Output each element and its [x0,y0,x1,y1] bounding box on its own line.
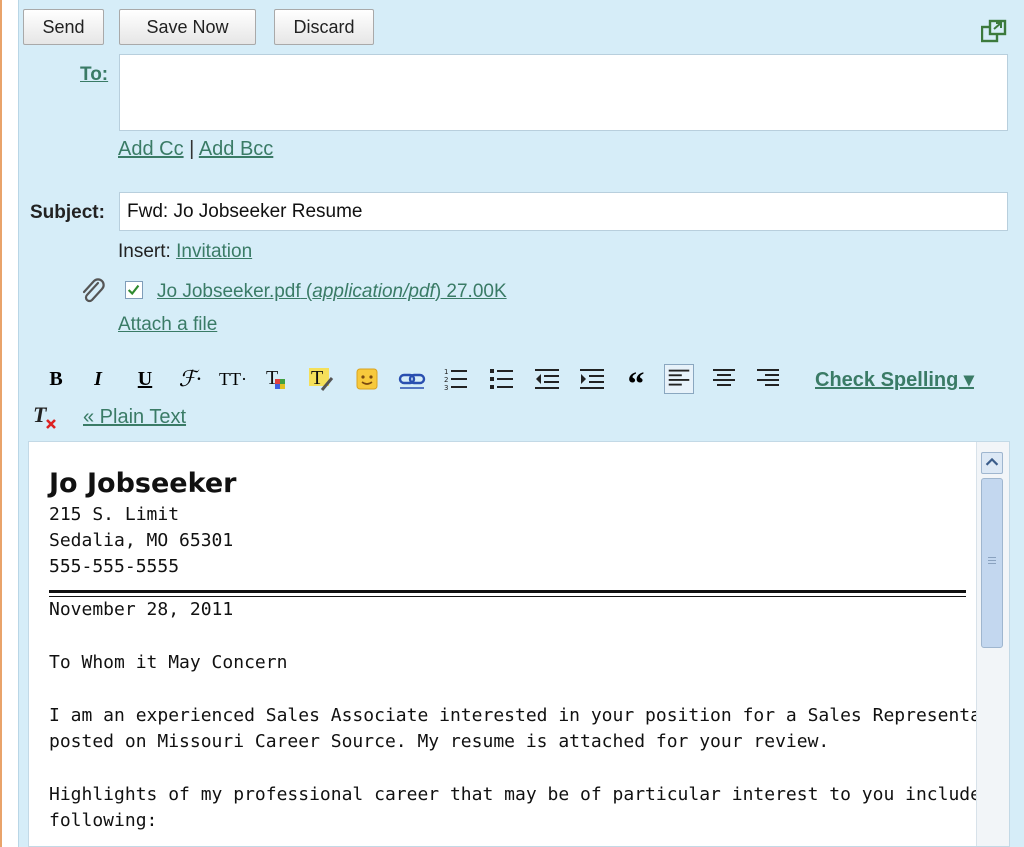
indent-less-icon[interactable] [532,364,562,394]
subject-field[interactable] [119,192,1008,231]
paperclip-icon [82,278,105,303]
checkmark-icon [127,284,140,296]
left-border [0,0,2,847]
sender-name: Jo Jobseeker [49,468,237,499]
cc-bcc-links: Add Cc | Add Bcc [118,138,273,161]
font-size-icon[interactable]: TT· [215,364,251,394]
attachment-link[interactable]: Jo Jobseeker.pdf (application/pdf) 27.00… [157,281,507,303]
numbered-list-icon[interactable]: 1 2 3 [441,364,471,394]
attachment-mimetype: application/pdf [312,281,435,302]
italic-icon[interactable]: I [83,364,113,394]
align-left-icon[interactable] [664,364,694,394]
send-button[interactable]: Send [23,9,104,45]
svg-text:3: 3 [444,384,448,392]
quote-icon[interactable]: “ [621,364,651,403]
paragraph-1-line-1: I am an experienced Sales Associate inte… [49,705,1010,726]
scroll-up-button[interactable] [981,452,1003,474]
align-right-icon[interactable] [753,364,783,394]
attachment-checkbox[interactable] [125,281,143,299]
indent-more-icon[interactable] [577,364,607,394]
compose-panel: Send Save Now Discard To: Add Cc | Add B… [18,0,1024,847]
attachment-size: ) 27.00K [434,281,507,302]
highlight-icon[interactable]: T [306,364,336,394]
insert-row: Insert: Invitation [118,241,252,263]
emoticon-icon[interactable] [352,364,382,394]
attachment-filename: Jo Jobseeker.pdf [157,281,301,302]
plain-text-link[interactable]: « Plain Text [83,406,186,429]
subject-label: Subject: [30,202,105,223]
remove-formatting-icon[interactable]: T [31,402,59,430]
address-line-1: 215 S. Limit [49,504,180,525]
align-center-icon[interactable] [709,364,739,394]
paragraph-2-line-1: Highlights of my professional career tha… [49,784,1010,805]
check-spelling-link[interactable]: Check Spelling ▾ [815,367,974,392]
subject-input[interactable] [120,193,1007,230]
bulleted-list-icon[interactable] [487,364,517,394]
attachment-paren-open: ( [300,281,313,302]
letter-date: November 28, 2011 [49,599,234,620]
link-icon[interactable] [397,364,427,394]
letter-greeting: To Whom it May Concern [49,652,288,673]
svg-text:T: T [311,367,323,389]
paragraph-2-line-2: following: [49,810,158,831]
attach-a-file-link[interactable]: Attach a file [118,314,217,336]
scroll-grip [988,557,996,558]
svg-text:T: T [33,402,48,427]
svg-text:2: 2 [444,376,448,384]
address-line-2: Sedalia, MO 65301 [49,530,234,551]
discard-button[interactable]: Discard [274,9,374,45]
insert-label: Insert: [118,241,171,262]
bold-icon[interactable]: B [41,364,71,394]
message-body-editor[interactable]: Jo Jobseeker 215 S. Limit Sedalia, MO 65… [28,441,1010,847]
svg-text:1: 1 [444,368,448,376]
font-icon[interactable]: ℱ· [172,364,208,394]
cc-bcc-separator: | [189,138,195,160]
editor-scrollbar[interactable] [976,442,1009,846]
popout-window-icon[interactable] [981,19,1007,43]
phone-number: 555-555-5555 [49,556,180,577]
save-now-button[interactable]: Save Now [119,9,256,45]
to-label-link[interactable]: To: [80,64,108,86]
header-divider [49,590,966,597]
add-bcc-link[interactable]: Add Bcc [199,138,273,160]
to-field[interactable] [119,54,1008,131]
paragraph-1-line-2: posted on Missouri Career Source. My res… [49,731,830,752]
text-color-icon[interactable]: T [262,364,292,394]
underline-icon[interactable]: U [130,364,160,394]
add-cc-link[interactable]: Add Cc [118,138,184,160]
scroll-thumb[interactable] [981,478,1003,648]
chevron-up-icon [985,457,999,466]
insert-invitation-link[interactable]: Invitation [176,241,252,262]
